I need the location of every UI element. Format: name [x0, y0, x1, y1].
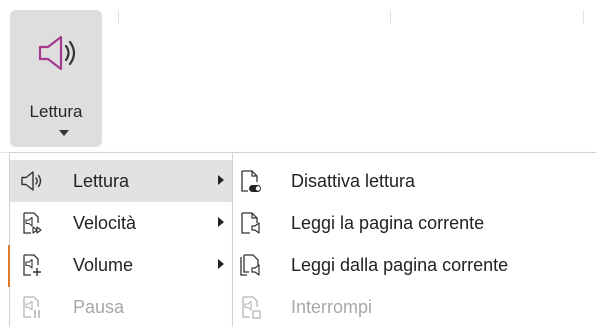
submenu-item-label: Interrompi [291, 297, 373, 317]
reading-speed-icon [23, 212, 42, 234]
submenu-item-leggi-dalla-pagina-corrente[interactable]: Leggi dalla pagina corrente [233, 244, 596, 286]
accent-marker [8, 245, 10, 287]
submenu-item-label: Leggi dalla pagina corrente [291, 255, 509, 275]
menu-item-volume[interactable]: Volume [10, 244, 232, 286]
submenu-item-disattiva-lettura[interactable]: Disattiva lettura [233, 160, 596, 202]
menu-item-label: Lettura [73, 171, 130, 191]
menu-item-label: Volume [73, 255, 134, 275]
menu-item-label: Pausa [73, 297, 125, 317]
page-toggle-off-icon [241, 170, 261, 192]
ribbon-button-label: Lettura [29, 102, 83, 121]
speaker-icon [21, 171, 42, 191]
read-aloud-menu: Lettura Velocità Volume Pausa [9, 152, 233, 327]
ribbon-separator [583, 10, 584, 24]
read-aloud-ui: Lettura Lettura Velocità Volume Pausa Di… [0, 0, 596, 327]
submenu-arrow-icon [218, 259, 224, 269]
submenu-item-interrompi: Interrompi [233, 286, 596, 327]
stop-reading-icon [242, 296, 261, 319]
menu-item-lettura[interactable]: Lettura [10, 160, 232, 202]
ribbon-separator [390, 10, 391, 24]
ribbon-separator [118, 10, 119, 24]
speaker-icon [38, 35, 76, 71]
submenu-arrow-icon [218, 217, 224, 227]
chevron-down-icon [59, 130, 69, 136]
menu-item-label: Velocità [73, 213, 137, 233]
read-from-current-page-icon [240, 254, 260, 276]
submenu-arrow-icon [218, 175, 224, 185]
volume-up-icon [23, 254, 41, 276]
read-current-page-icon [241, 212, 260, 234]
submenu-item-leggi-pagina-corrente[interactable]: Leggi la pagina corrente [233, 202, 596, 244]
submenu-item-label: Leggi la pagina corrente [291, 213, 485, 233]
menu-item-velocita[interactable]: Velocità [10, 202, 232, 244]
pause-reading-icon [23, 296, 40, 318]
lettura-submenu: Disattiva lettura Leggi la pagina corren… [232, 152, 596, 327]
submenu-item-label: Disattiva lettura [291, 171, 416, 191]
menu-item-pausa: Pausa [10, 286, 232, 327]
read-aloud-ribbon-button[interactable]: Lettura [10, 10, 102, 147]
